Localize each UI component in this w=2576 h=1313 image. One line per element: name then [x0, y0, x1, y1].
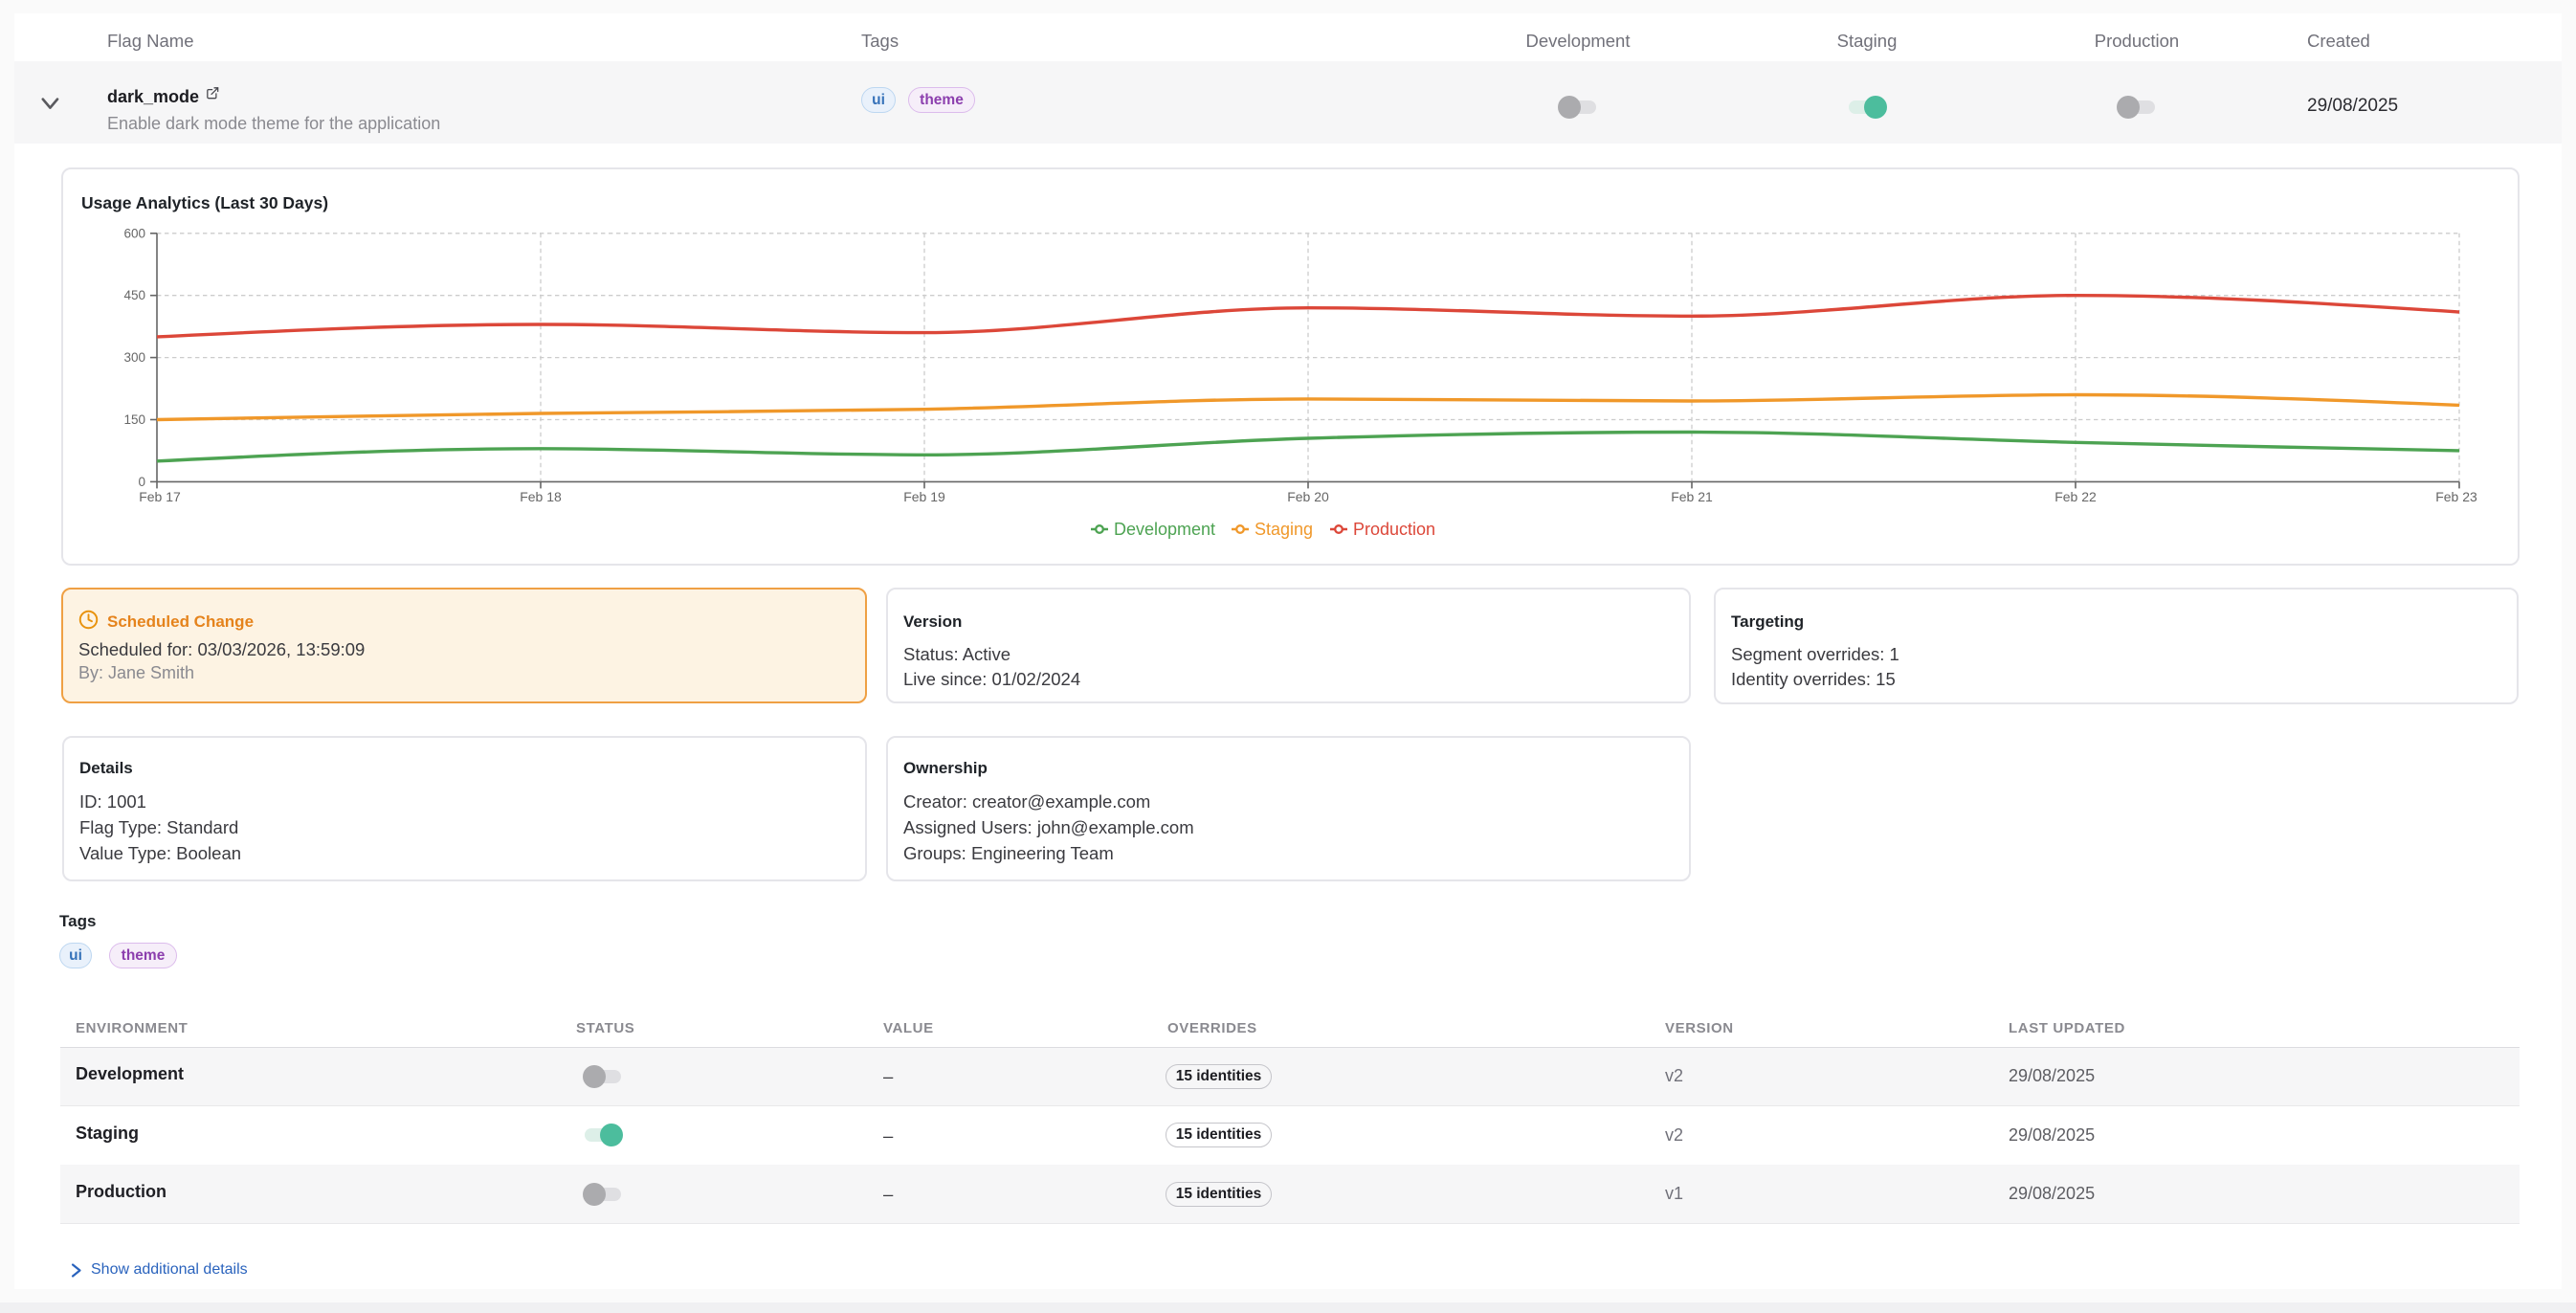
svg-text:Production: Production — [1353, 520, 1435, 539]
svg-text:Feb 17: Feb 17 — [139, 489, 181, 504]
svg-text:Feb 19: Feb 19 — [903, 489, 945, 504]
svg-text:Feb 20: Feb 20 — [1287, 489, 1329, 504]
svg-text:150: 150 — [123, 412, 145, 427]
svg-text:600: 600 — [123, 226, 145, 240]
svg-text:0: 0 — [138, 475, 145, 489]
svg-text:Feb 22: Feb 22 — [2054, 489, 2097, 504]
svg-text:Feb 18: Feb 18 — [520, 489, 562, 504]
svg-text:Staging: Staging — [1255, 520, 1313, 539]
svg-text:450: 450 — [123, 288, 145, 302]
svg-text:Feb 21: Feb 21 — [1671, 489, 1713, 504]
svg-text:Development: Development — [1114, 520, 1215, 539]
svg-text:300: 300 — [123, 350, 145, 365]
svg-text:Feb 23: Feb 23 — [2435, 489, 2477, 504]
